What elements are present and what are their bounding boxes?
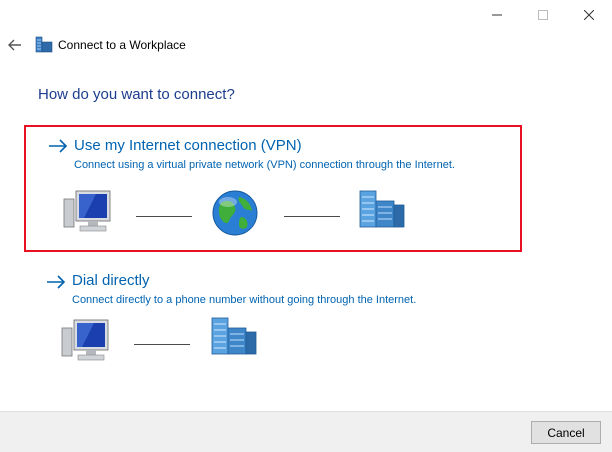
workplace-building-icon	[211, 317, 257, 355]
title-bar	[0, 0, 612, 30]
arrow-right-icon	[49, 139, 68, 153]
computer-icon	[61, 319, 109, 361]
back-button[interactable]	[5, 35, 25, 55]
option-vpn-description: Connect using a virtual private network …	[74, 159, 455, 171]
option-dial-title[interactable]: Dial directly	[72, 272, 150, 289]
close-button[interactable]	[566, 0, 612, 30]
footer-bar: Cancel	[0, 411, 612, 452]
cancel-button[interactable]: Cancel	[531, 421, 601, 444]
arrow-right-icon	[47, 275, 66, 289]
page-heading: How do you want to connect?	[38, 86, 235, 103]
workplace-icon	[35, 36, 53, 53]
close-icon	[584, 10, 594, 20]
back-arrow-icon	[8, 39, 21, 51]
computer-icon	[63, 190, 111, 232]
workplace-building-icon	[359, 190, 405, 228]
connection-line	[284, 216, 340, 217]
minimize-icon	[492, 14, 502, 16]
maximize-icon	[538, 10, 548, 20]
option-dial-description: Connect directly to a phone number witho…	[72, 294, 417, 306]
connection-line	[136, 216, 192, 217]
maximize-button[interactable]	[520, 0, 566, 30]
connection-line	[134, 344, 190, 345]
wizard-header: Connect to a Workplace	[0, 32, 612, 58]
wizard-title: Connect to a Workplace	[58, 38, 186, 52]
option-vpn-title[interactable]: Use my Internet connection (VPN)	[74, 137, 302, 154]
option-dial-directly[interactable]: Dial directly Connect directly to a phon…	[24, 262, 522, 372]
option-vpn[interactable]: Use my Internet connection (VPN) Connect…	[24, 125, 522, 252]
minimize-button[interactable]	[474, 0, 520, 30]
internet-globe-icon	[212, 190, 258, 236]
